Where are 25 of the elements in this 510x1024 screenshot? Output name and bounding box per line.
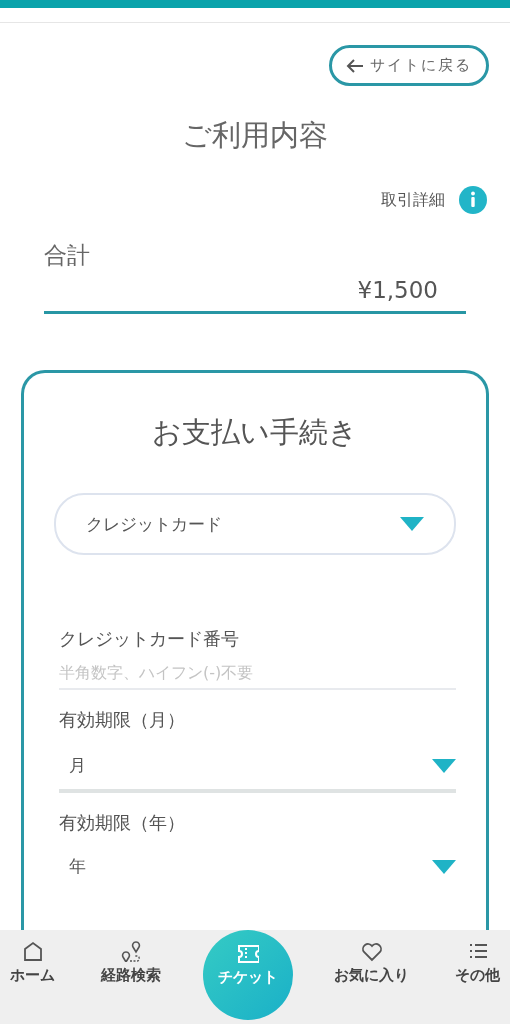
payment-title: お支払い手続き bbox=[151, 414, 359, 451]
ticket-icon bbox=[236, 942, 259, 964]
home-icon bbox=[21, 940, 44, 962]
info-icon bbox=[459, 186, 487, 214]
heart-icon bbox=[360, 940, 383, 962]
transaction-details-link[interactable]: 取引詳細 bbox=[381, 189, 445, 211]
page-title: ご利用内容 bbox=[181, 117, 329, 154]
left-arrow-icon bbox=[346, 58, 364, 73]
total-amount: ¥1,500 bbox=[356, 277, 439, 303]
nav-tab[interactable]: お気に入り bbox=[330, 930, 414, 985]
back-button[interactable]: サイトに戻る bbox=[329, 45, 489, 86]
expiry-select[interactable]: 月 bbox=[59, 732, 456, 793]
dropdown-triangle-icon bbox=[432, 859, 456, 874]
payment-method-select[interactable]: クレジットカード bbox=[54, 493, 456, 555]
nav-tab[interactable]: 経路検索 bbox=[96, 930, 165, 985]
field-label: 有効期限（年） bbox=[59, 811, 186, 835]
nav-tab[interactable]: ホーム bbox=[6, 930, 59, 985]
dropdown-triangle-icon bbox=[432, 758, 456, 773]
total-label: 合計 bbox=[44, 241, 91, 270]
dropdown-triangle-icon bbox=[400, 517, 424, 531]
field-label: 有効期限（月） bbox=[59, 708, 186, 732]
expiry-select[interactable]: 年 bbox=[59, 835, 456, 890]
nav-tab[interactable]: その他 bbox=[451, 930, 504, 985]
field-label: クレジットカード番号 bbox=[59, 627, 240, 651]
map-pins-icon bbox=[119, 940, 142, 962]
